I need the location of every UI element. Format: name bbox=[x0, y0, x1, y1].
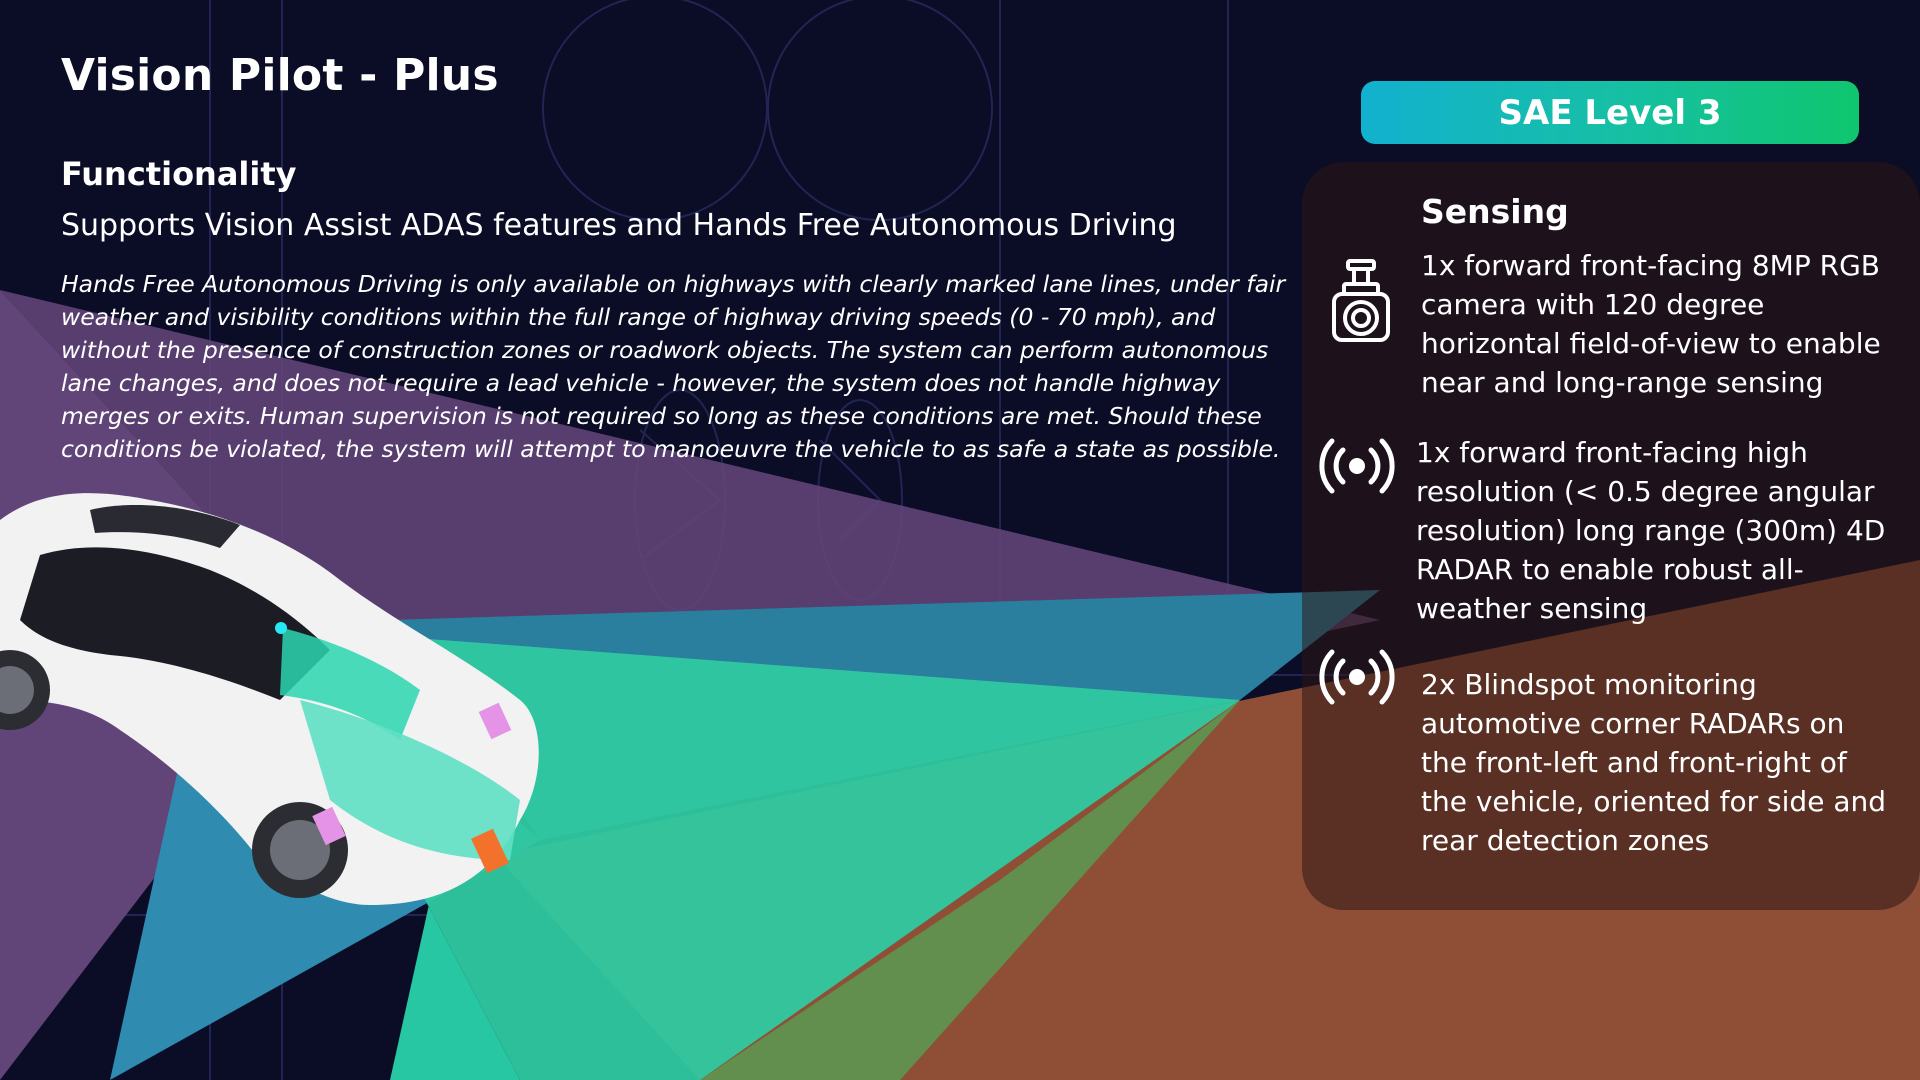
functionality-description: Hands Free Autonomous Driving is only av… bbox=[61, 270, 1286, 463]
sensor-item-front-radar: 1x forward front-facing high resolution … bbox=[1416, 436, 1886, 625]
sensor-item-camera: 1x forward front-facing 8MP RGB camera w… bbox=[1421, 249, 1881, 399]
sae-level-badge: SAE Level 3 bbox=[1361, 81, 1859, 144]
sensing-heading: Sensing bbox=[1421, 192, 1569, 231]
functionality-heading: Functionality bbox=[61, 155, 297, 193]
camera-icon bbox=[1332, 259, 1390, 342]
page-title: Vision Pilot - Plus bbox=[61, 50, 499, 101]
radar-icon bbox=[1319, 438, 1395, 494]
functionality-subtitle: Supports Vision Assist ADAS features and… bbox=[61, 208, 1177, 243]
camera-marker bbox=[275, 622, 287, 634]
radar-icon bbox=[1319, 649, 1395, 705]
sensor-item-corner-radars: 2x Blindspot monitoring automotive corne… bbox=[1421, 668, 1886, 857]
